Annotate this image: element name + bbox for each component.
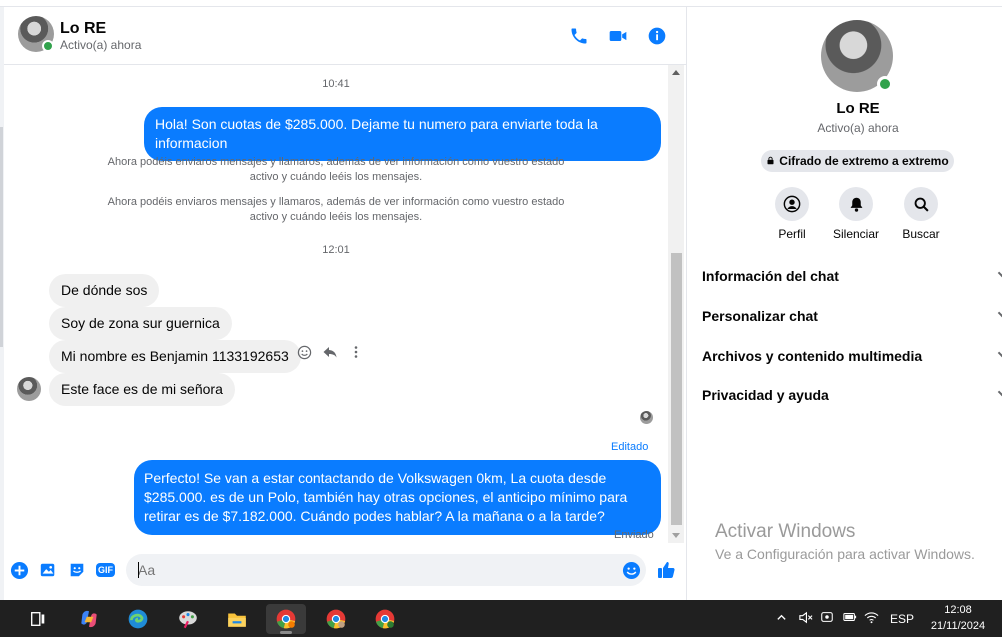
task-view-icon[interactable] [18, 604, 58, 634]
chrome-profile-icon[interactable] [365, 604, 405, 634]
system-clock[interactable]: 12:08 21/11/2024 [918, 602, 998, 634]
section-customize-chat[interactable]: Personalizar chat [702, 308, 818, 324]
search-icon [904, 187, 938, 221]
windows-taskbar: ESP 12:08 21/11/2024 [0, 600, 1002, 637]
wifi-icon[interactable] [864, 610, 888, 628]
encryption-badge[interactable]: Cifrado de extremo a extremo [761, 150, 954, 172]
incoming-message[interactable]: Mi nombre es Benjamin 1133192653 [49, 340, 301, 373]
timestamp: 12:01 [322, 244, 350, 256]
chevron-down-icon[interactable] [997, 308, 1002, 318]
sent-status: Enviado [614, 529, 654, 541]
message-scrollbar[interactable] [668, 65, 684, 543]
windows-activation-watermark: Activar Windows Ve a Configuración para … [715, 521, 975, 562]
online-indicator [42, 40, 54, 52]
profile-status: Activo(a) ahora [817, 121, 899, 135]
search-action[interactable]: Buscar [886, 187, 956, 241]
message-actions [296, 344, 364, 360]
chevron-up-icon[interactable] [776, 612, 794, 626]
message-input[interactable] [126, 554, 646, 586]
copilot-icon[interactable] [69, 604, 109, 634]
profile-action[interactable]: Perfil [757, 187, 827, 241]
contact-status: Activo(a) ahora [60, 38, 142, 52]
message-list[interactable]: 10:41 Hola! Son cuotas de $285.000. Deja… [4, 65, 686, 545]
image-attach-icon[interactable] [38, 560, 58, 580]
watermark-title: Activar Windows [715, 521, 856, 542]
profile-name: Lo RE [836, 100, 880, 117]
section-media-files[interactable]: Archivos y contenido multimedia [702, 348, 922, 364]
contact-name[interactable]: Lo RE [60, 20, 106, 38]
partial-taskbar-icon[interactable] [0, 604, 10, 634]
search-action-label: Buscar [902, 227, 940, 241]
language-indicator[interactable]: ESP [890, 612, 914, 626]
chrome-profile-icon[interactable] [316, 604, 356, 634]
scroll-down-arrow[interactable] [672, 533, 680, 538]
text-caret [138, 562, 139, 578]
chevron-down-icon[interactable] [997, 268, 1002, 278]
chevron-down-icon[interactable] [997, 387, 1002, 397]
add-plus-icon[interactable] [9, 560, 29, 580]
sender-avatar[interactable] [17, 377, 41, 401]
meet-now-icon[interactable] [820, 610, 842, 627]
video-call-icon[interactable] [607, 25, 629, 47]
chat-header: Lo RE Activo(a) ahora [4, 7, 686, 65]
timestamp: 10:41 [322, 78, 350, 90]
lock-icon [766, 154, 775, 168]
chrome-icon[interactable] [266, 604, 306, 634]
gif-icon[interactable]: GIF [95, 560, 116, 580]
incoming-message[interactable]: De dónde sos [49, 274, 160, 307]
battery-icon[interactable] [842, 610, 864, 627]
incoming-message[interactable]: Este face es de mi señora [49, 373, 235, 406]
react-emoji-icon[interactable] [296, 344, 312, 360]
message-composer: GIF [4, 548, 686, 592]
chevron-down-icon[interactable] [997, 348, 1002, 358]
section-chat-info[interactable]: Información del chat [702, 268, 839, 284]
emoji-icon[interactable] [621, 560, 641, 580]
outgoing-message[interactable]: Perfecto! Se van a estar contactando de … [134, 460, 661, 535]
file-explorer-icon[interactable] [217, 604, 257, 634]
info-icon[interactable] [646, 25, 668, 47]
reply-icon[interactable] [322, 344, 338, 360]
sticker-icon[interactable] [67, 560, 87, 580]
system-notice: Ahora podéis enviaros mensajes y llamaro… [107, 156, 565, 183]
clock-time: 12:08 [944, 604, 972, 616]
read-receipt-avatar [640, 411, 653, 424]
window-top-edge [0, 0, 1002, 7]
mute-action-label: Silenciar [832, 227, 880, 241]
watermark-subtitle: Ve a Configuración para activar Windows. [715, 546, 975, 562]
paint-app-icon[interactable] [168, 604, 208, 634]
profile-action-label: Perfil [778, 227, 806, 241]
encryption-label: Cifrado de extremo a extremo [779, 154, 949, 168]
scroll-up-arrow[interactable] [672, 70, 680, 75]
edited-label[interactable]: Editado [611, 441, 648, 453]
messenger-window: Lo RE Activo(a) ahora 10:41 Hola! Son cu… [0, 0, 1002, 600]
like-thumb-icon[interactable] [656, 560, 676, 580]
phone-call-icon[interactable] [568, 25, 590, 47]
outgoing-message[interactable]: Hola! Son cuotas de $285.000. Dejame tu … [144, 107, 661, 161]
scrollbar-thumb[interactable] [671, 253, 682, 525]
incoming-message[interactable]: Soy de zona sur guernica [49, 307, 232, 340]
system-tray: ESP [776, 600, 914, 637]
online-indicator [877, 76, 893, 92]
gif-label: GIF [96, 563, 115, 577]
more-options-icon[interactable] [348, 344, 364, 360]
edge-browser-icon[interactable] [118, 604, 158, 634]
system-notice: Ahora podéis enviaros mensajes y llamaro… [107, 196, 565, 223]
profile-icon [775, 187, 809, 221]
clock-date: 21/11/2024 [930, 620, 986, 632]
section-privacy-help[interactable]: Privacidad y ayuda [702, 387, 829, 403]
mute-action[interactable]: Silenciar [821, 187, 891, 241]
volume-muted-icon[interactable] [798, 610, 820, 628]
bell-icon [839, 187, 873, 221]
chat-details-panel: Lo RE Activo(a) ahora Cifrado de extremo… [687, 7, 1002, 600]
